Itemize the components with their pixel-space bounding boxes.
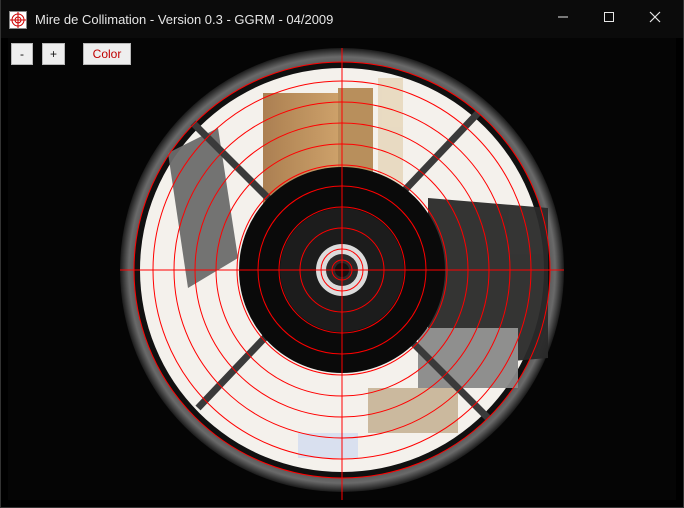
zoom-in-button[interactable]: +: [42, 43, 65, 65]
title-bar[interactable]: Mire de Collimation - Version 0.3 - GGRM…: [0, 0, 684, 38]
collimation-view: [8, 38, 676, 500]
collimation-target-icon[interactable]: [9, 11, 27, 29]
color-button[interactable]: Color: [83, 43, 131, 65]
camera-view-area[interactable]: - + Color: [8, 38, 676, 500]
close-icon: [649, 10, 661, 28]
maximize-button[interactable]: [586, 0, 632, 38]
maximize-icon: [603, 10, 615, 28]
app-window: Mire de Collimation - Version 0.3 - GGRM…: [0, 0, 684, 508]
close-button[interactable]: [632, 0, 678, 38]
zoom-out-button[interactable]: -: [11, 43, 33, 65]
window-title: Mire de Collimation - Version 0.3 - GGRM…: [35, 12, 334, 27]
minimize-button[interactable]: [540, 0, 586, 38]
minimize-icon: [557, 10, 569, 28]
